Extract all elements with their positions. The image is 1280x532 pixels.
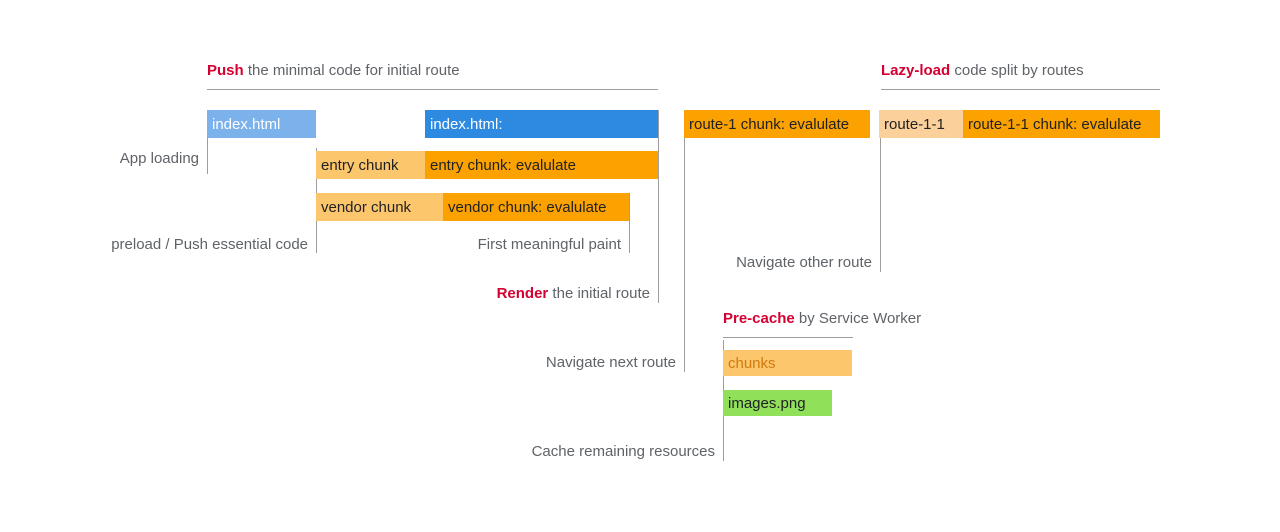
row-label-app-loading-text: App loading — [119, 150, 199, 167]
row-label-render-initial-route: Render the initial route — [330, 285, 650, 303]
tick-first-meaningful-paint — [629, 193, 630, 253]
row-label-app-loading: App loading — [0, 150, 199, 168]
section-heading-lazy-load: Lazy-load code split by routes — [881, 62, 1084, 80]
bar-vendor-chunk-evaluate-label: vendor chunk: evalulate — [448, 198, 607, 216]
bar-vendor-chunk-evaluate[interactable]: vendor chunk: evalulate — [443, 193, 629, 221]
bar-route-1-1-download[interactable]: route-1-1 — [879, 110, 963, 138]
bar-route-1-1-download-label: route-1-1 — [884, 115, 945, 133]
row-label-cache-remaining-resources: Cache remaining resources — [430, 443, 715, 461]
row-label-navigate-other-route-text: Navigate other route — [736, 254, 872, 271]
bar-entry-chunk-evaluate[interactable]: entry chunk: evalulate — [425, 151, 658, 179]
row-label-cache-remaining-resources-text: Cache remaining resources — [531, 443, 715, 460]
bar-index-html-evaluate[interactable]: index.html: — [425, 110, 658, 138]
row-label-render-keyword: Render — [496, 285, 549, 302]
bar-entry-chunk-download-label: entry chunk — [321, 156, 399, 174]
bar-entry-chunk-download[interactable]: entry chunk — [316, 151, 425, 179]
bar-precache-chunks-label: chunks — [728, 354, 776, 372]
row-label-navigate-next-route: Navigate next route — [430, 354, 676, 372]
row-label-preload-push: preload / Push essential code — [0, 236, 308, 254]
section-heading-lazy-load-rest: code split by routes — [950, 62, 1084, 79]
bar-precache-images[interactable]: images.png — [723, 390, 832, 416]
row-label-navigate-other-route: Navigate other route — [620, 254, 872, 272]
section-rule-lazy-load — [881, 89, 1160, 90]
bar-route-1-chunk-evaluate[interactable]: route-1 chunk: evalulate — [684, 110, 870, 138]
row-label-preload-push-text: preload / Push essential code — [111, 236, 308, 253]
section-heading-pre-cache-keyword: Pre-cache — [723, 310, 795, 327]
section-heading-push-rest: the minimal code for initial route — [243, 62, 460, 79]
bar-vendor-chunk-download[interactable]: vendor chunk — [316, 193, 443, 221]
row-label-render-rest: the initial route — [548, 285, 650, 302]
row-label-navigate-next-route-text: Navigate next route — [545, 354, 676, 371]
row-label-first-meaningful-paint-text: First meaningful paint — [477, 236, 621, 253]
bar-route-1-chunk-evaluate-label: route-1 chunk: evalulate — [689, 115, 850, 133]
bar-vendor-chunk-download-label: vendor chunk — [321, 198, 412, 216]
bar-index-html-download-label: index.html — [212, 115, 281, 133]
bar-index-html-evaluate-label: index.html: — [430, 115, 503, 133]
bar-precache-chunks[interactable]: chunks — [723, 350, 852, 376]
section-heading-push: Push the minimal code for initial route — [207, 62, 460, 80]
bar-entry-chunk-evaluate-label: entry chunk: evalulate — [430, 156, 576, 174]
section-heading-lazy-load-keyword: Lazy-load — [881, 62, 951, 79]
tick-navigate-next-route — [684, 110, 685, 372]
tick-render-initial-route — [658, 110, 659, 303]
bar-route-1-1-chunk-evaluate[interactable]: route-1-1 chunk: evalulate — [963, 110, 1160, 138]
section-rule-push — [207, 89, 658, 90]
section-heading-pre-cache: Pre-cache by Service Worker — [723, 310, 921, 328]
timeline-diagram: Push the minimal code for initial route … — [0, 0, 1280, 532]
bar-route-1-1-chunk-evaluate-label: route-1-1 chunk: evalulate — [968, 115, 1142, 133]
section-heading-pre-cache-rest: by Service Worker — [794, 310, 922, 327]
bar-index-html-download[interactable]: index.html — [207, 110, 316, 138]
row-label-first-meaningful-paint: First meaningful paint — [330, 236, 621, 254]
bar-precache-images-label: images.png — [728, 394, 806, 412]
section-heading-push-keyword: Push — [207, 62, 244, 79]
section-rule-pre-cache — [723, 337, 853, 338]
